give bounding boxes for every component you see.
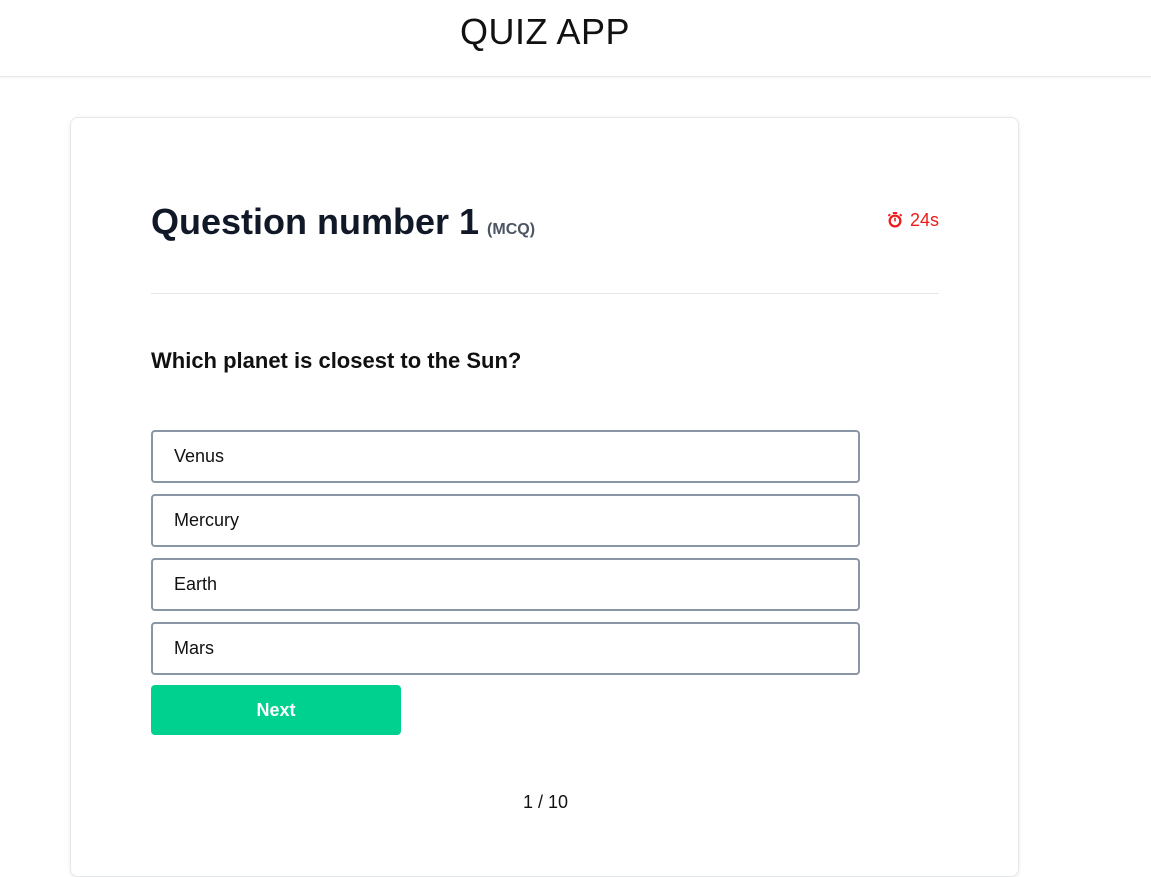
- question-type-label: (MCQ): [487, 221, 536, 238]
- stopwatch-icon: [886, 211, 910, 229]
- app-header: QUIZ APP: [0, 0, 1151, 77]
- next-button[interactable]: Next: [151, 685, 401, 735]
- question-text: Which planet is closest to the Sun?: [151, 348, 522, 373]
- option-earth[interactable]: Earth: [151, 558, 860, 611]
- options-list: Venus Mercury Earth Mars: [151, 430, 860, 686]
- progress-indicator: 1 / 10: [522, 792, 569, 812]
- timer-value: 24s: [909, 210, 939, 230]
- option-venus[interactable]: Venus: [151, 430, 860, 483]
- question-header: Question number 1 (MCQ) 24s: [151, 198, 939, 294]
- option-mars[interactable]: Mars: [151, 622, 860, 675]
- app-title: QUIZ APP: [459, 11, 631, 52]
- quiz-card: Question number 1 (MCQ) 24s Which planet …: [70, 117, 1019, 877]
- option-mercury[interactable]: Mercury: [151, 494, 860, 547]
- question-heading: Question number 1 (MCQ): [151, 198, 535, 254]
- question-title: Question number 1: [151, 201, 480, 242]
- timer: 24s: [886, 208, 939, 232]
